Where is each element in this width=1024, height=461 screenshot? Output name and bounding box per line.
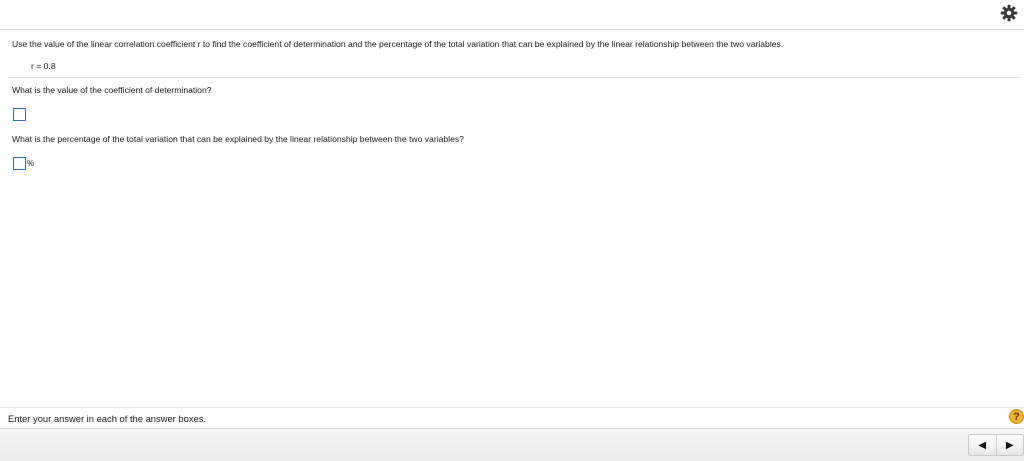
header-divider bbox=[0, 29, 1024, 30]
question-divider bbox=[8, 77, 1020, 78]
percentage-answer-row: % bbox=[13, 157, 34, 170]
percent-unit: % bbox=[27, 159, 35, 168]
gear-icon[interactable] bbox=[1000, 4, 1018, 22]
part1-question: What is the value of the coefficient of … bbox=[12, 85, 212, 95]
footer-divider bbox=[0, 407, 1024, 408]
next-arrow-icon[interactable]: ▶ bbox=[995, 435, 1024, 455]
given-value: r = 0.8 bbox=[31, 61, 56, 71]
footer-bar bbox=[0, 428, 1024, 461]
previous-arrow-icon[interactable]: ◀ bbox=[969, 435, 996, 455]
percentage-answer-box[interactable] bbox=[13, 157, 26, 170]
determination-answer-box[interactable] bbox=[13, 108, 26, 121]
question-prompt: Use the value of the linear correlation … bbox=[12, 39, 784, 49]
gear-icon-graphic bbox=[1000, 4, 1018, 22]
help-icon[interactable]: ? bbox=[1009, 409, 1024, 424]
answer-instruction: Enter your answer in each of the answer … bbox=[8, 413, 207, 424]
question-navigation: ◀ ▶ bbox=[968, 434, 1024, 456]
part2-question: What is the percentage of the total vari… bbox=[12, 134, 464, 144]
